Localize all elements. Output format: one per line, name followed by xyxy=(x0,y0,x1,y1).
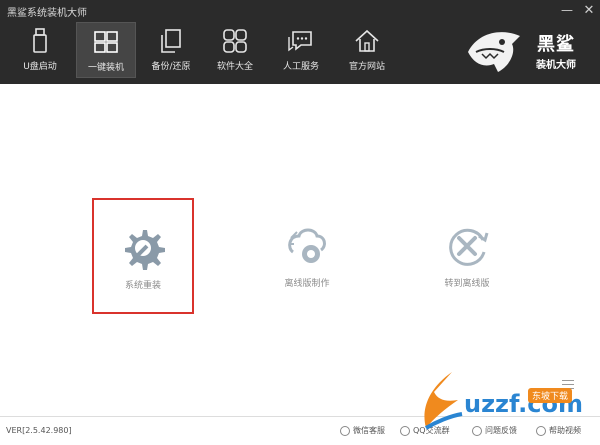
option-offline-make[interactable]: 离线版制作 xyxy=(256,198,358,314)
nav-item-manual-service[interactable]: 人工服务 xyxy=(271,22,331,78)
nav-label: 一键装机 xyxy=(87,63,124,73)
minimize-button[interactable]: — xyxy=(556,0,578,20)
nav-label: U盘启动 xyxy=(23,62,57,72)
top-bar: 黑鲨系统装机大师 — ✕ U盘启动 一键装机 备份/还原 软件大全 人工服务 官… xyxy=(0,0,600,84)
nav-label: 软件大全 xyxy=(216,62,253,72)
status-link-wechat[interactable]: 微信客服 xyxy=(340,425,385,436)
nav-item-official-site[interactable]: 官方网站 xyxy=(337,22,397,78)
option-label: 系统重装 xyxy=(124,281,161,291)
gear-wrench-icon xyxy=(125,230,165,270)
offline-gear-icon xyxy=(288,228,326,263)
watermark-logo-icon xyxy=(424,372,463,430)
watermark: uzzf.com 东坡下载 xyxy=(412,370,598,436)
wechat-icon xyxy=(340,425,350,436)
logo-text: 黑鲨 xyxy=(537,34,575,55)
logo-subtext: 装机大师 xyxy=(536,60,576,71)
shark-logo-icon xyxy=(468,32,520,72)
close-button[interactable]: ✕ xyxy=(578,0,600,20)
nav-item-software[interactable]: 软件大全 xyxy=(205,22,265,78)
usb-drive-icon xyxy=(33,28,47,53)
chat-icon xyxy=(288,31,312,52)
version-text: VER[2.5.42.980] xyxy=(6,426,72,435)
app-title: 黑鲨系统装机大师 xyxy=(7,8,87,19)
option-system-reinstall[interactable]: 系统重装 xyxy=(92,198,194,314)
watermark-badge: 东坡下载 xyxy=(528,388,573,403)
nav-label: 备份/还原 xyxy=(151,62,191,72)
title-bar: 黑鲨系统装机大师 — ✕ xyxy=(0,0,600,22)
backup-icon xyxy=(161,29,181,53)
brand-logo: 黑鲨 装机大师 xyxy=(464,22,586,80)
tools-refresh-icon xyxy=(449,228,489,266)
apps-grid-icon xyxy=(223,29,247,53)
nav-label: 官方网站 xyxy=(348,62,385,72)
home-icon xyxy=(355,29,379,52)
windows-icon xyxy=(94,31,118,53)
option-label: 离线版制作 xyxy=(284,279,330,289)
nav-item-usb-boot[interactable]: U盘启动 xyxy=(10,22,70,78)
status-link-label: 微信客服 xyxy=(353,426,385,435)
option-switch-offline[interactable]: 转到离线版 xyxy=(416,198,518,314)
qq-icon xyxy=(400,425,410,436)
nav-item-one-click-install[interactable]: 一键装机 xyxy=(76,22,136,78)
option-label: 转到离线版 xyxy=(444,279,490,289)
nav-label: 人工服务 xyxy=(282,62,319,72)
nav-item-backup-restore[interactable]: 备份/还原 xyxy=(141,22,201,78)
